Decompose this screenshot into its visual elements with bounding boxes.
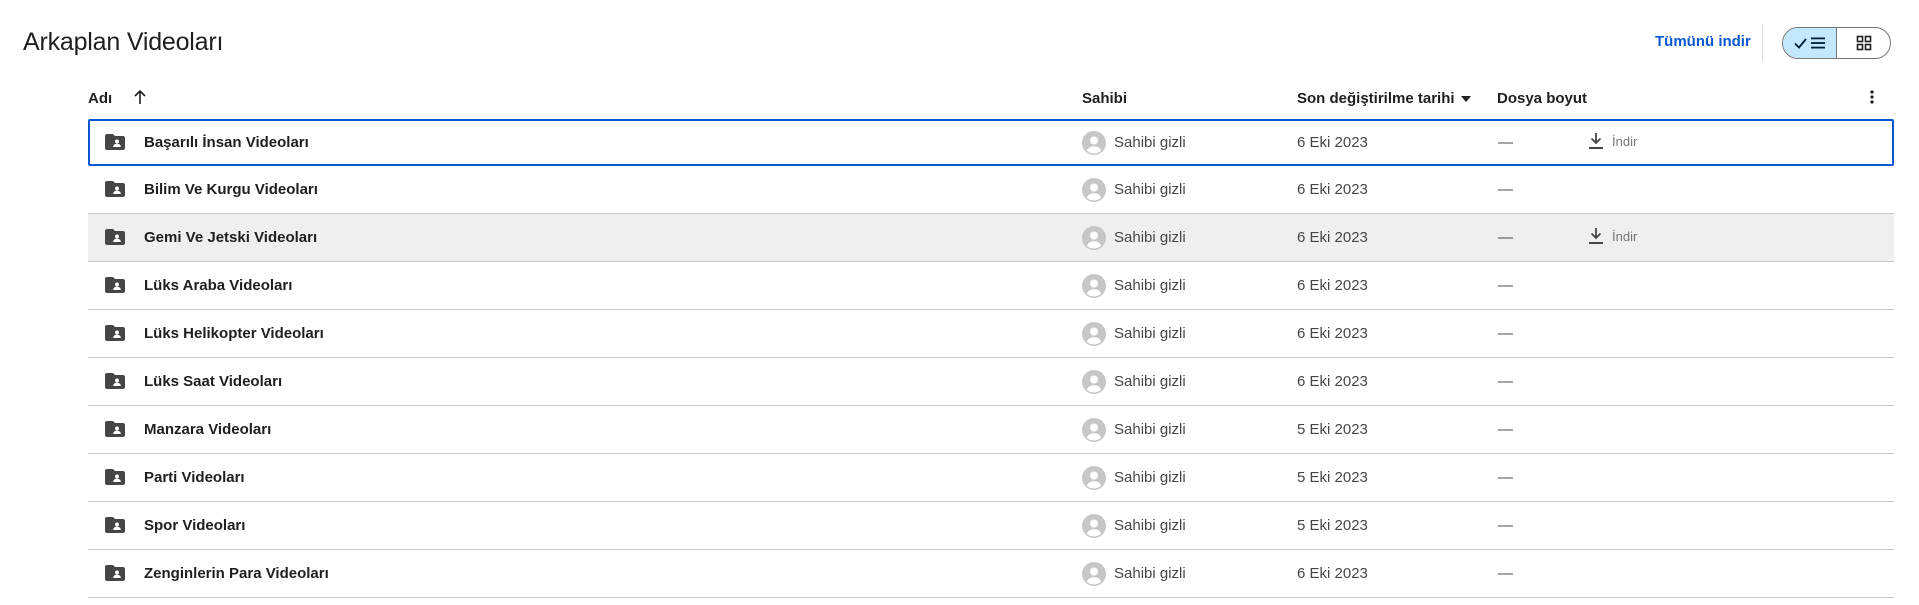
table-row[interactable]: Lüks Araba Videoları Sahibi gizli 6 Eki 20… — [88, 262, 1894, 310]
folder-name[interactable]: Başarılı İnsan Videoları — [144, 134, 309, 151]
owner-text: Sahibi gizli — [1114, 373, 1186, 390]
toolbar-divider — [1762, 24, 1763, 60]
owner-text: Sahibi gizli — [1114, 181, 1186, 198]
modified-date: 6 Eki 2023 — [1297, 229, 1368, 246]
shared-folder-icon — [105, 181, 125, 197]
table-header: Adı Sahibi Son değiştirilme tarihi Dosya… — [88, 82, 1894, 118]
table-row[interactable]: Zenginlerin Para Videoları Sahibi gizli 6 … — [88, 550, 1894, 598]
shared-folder-icon — [105, 469, 125, 485]
download-icon — [1589, 133, 1603, 149]
folder-name[interactable]: Lüks Saat Videoları — [144, 373, 282, 390]
file-list: Başarılı İnsan Videoları Sahibi gizli 6 Ek… — [88, 119, 1894, 598]
modified-date: 6 Eki 2023 — [1297, 373, 1368, 390]
table-row[interactable]: Parti Videoları Sahibi gizli 5 Eki 2023 — — [88, 454, 1894, 502]
avatar-icon — [1082, 322, 1106, 346]
shared-folder-icon — [105, 565, 125, 581]
file-size: — — [1498, 565, 1513, 582]
download-icon — [1589, 228, 1603, 244]
modified-date: 6 Eki 2023 — [1297, 565, 1368, 582]
grid-icon — [1856, 35, 1871, 51]
owner-column-header[interactable]: Sahibi — [1082, 90, 1127, 107]
grid-view-button[interactable] — [1837, 28, 1890, 58]
file-size: — — [1498, 421, 1513, 438]
modified-date: 6 Eki 2023 — [1297, 325, 1368, 342]
view-toggle — [1782, 27, 1891, 59]
caret-down-icon — [1460, 95, 1471, 102]
download-all-button[interactable]: Tümünü indir — [1655, 33, 1751, 50]
page-title: Arkaplan Videoları — [23, 28, 224, 56]
owner-text: Sahibi gizli — [1114, 229, 1186, 246]
file-size: — — [1498, 517, 1513, 534]
owner-text: Sahibi gizli — [1114, 134, 1186, 151]
avatar-icon — [1082, 466, 1106, 490]
modified-date: 6 Eki 2023 — [1297, 277, 1368, 294]
folder-name[interactable]: Lüks Helikopter Videoları — [144, 325, 324, 342]
avatar-icon — [1082, 274, 1106, 298]
name-column-header[interactable]: Adı — [88, 90, 112, 107]
list-view-button[interactable] — [1783, 28, 1837, 58]
modified-date: 5 Eki 2023 — [1297, 421, 1368, 438]
download-button[interactable]: İndir — [1588, 132, 1637, 150]
avatar-icon — [1082, 178, 1106, 202]
modified-date: 5 Eki 2023 — [1297, 469, 1368, 486]
table-row[interactable]: Manzara Videoları Sahibi gizli 5 Eki 2023 — — [88, 406, 1894, 454]
folder-name[interactable]: Zenginlerin Para Videoları — [144, 565, 329, 582]
table-row[interactable]: Lüks Helikopter Videoları Sahibi gizli 6 E… — [88, 310, 1894, 358]
avatar-icon — [1082, 514, 1106, 538]
owner-text: Sahibi gizli — [1114, 565, 1186, 582]
owner-text: Sahibi gizli — [1114, 421, 1186, 438]
modified-column-label: Son değiştirilme tarihi — [1297, 90, 1455, 107]
avatar-icon — [1082, 418, 1106, 442]
file-size: — — [1498, 325, 1513, 342]
folder-name[interactable]: Gemi Ve Jetski Videoları — [144, 229, 317, 246]
folder-name[interactable]: Manzara Videoları — [144, 421, 271, 438]
modified-column-header[interactable]: Son değiştirilme tarihi — [1297, 90, 1471, 107]
table-row[interactable]: Bilim Ve Kurgu Videoları Sahibi gizli 6 Ek… — [88, 166, 1894, 214]
shared-folder-icon — [105, 229, 125, 245]
check-list-icon — [1793, 37, 1825, 49]
owner-text: Sahibi gizli — [1114, 469, 1186, 486]
table-row[interactable]: Lüks Saat Videoları Sahibi gizli 6 Eki 202… — [88, 358, 1894, 406]
shared-folder-icon — [105, 277, 125, 293]
shared-folder-icon — [105, 134, 125, 150]
file-size: — — [1498, 229, 1513, 246]
folder-name[interactable]: Lüks Araba Videoları — [144, 277, 292, 294]
folder-name[interactable]: Spor Videoları — [144, 517, 245, 534]
size-column-header[interactable]: Dosya boyut — [1497, 90, 1587, 107]
file-size: — — [1498, 469, 1513, 486]
arrow-up-icon[interactable] — [132, 88, 148, 106]
owner-text: Sahibi gizli — [1114, 517, 1186, 534]
modified-date: 6 Eki 2023 — [1297, 181, 1368, 198]
table-row[interactable]: Spor Videoları Sahibi gizli 5 Eki 2023 — — [88, 502, 1894, 550]
shared-folder-icon — [105, 325, 125, 341]
avatar-icon — [1082, 226, 1106, 250]
avatar-icon — [1082, 370, 1106, 394]
table-row[interactable]: Başarılı İnsan Videoları Sahibi gizli 6 Ek… — [88, 119, 1894, 166]
shared-folder-icon — [105, 373, 125, 389]
download-label: İndir — [1612, 133, 1638, 149]
owner-text: Sahibi gizli — [1114, 325, 1186, 342]
shared-folder-icon — [105, 517, 125, 533]
download-label: İndir — [1612, 228, 1638, 244]
file-size: — — [1498, 277, 1513, 294]
file-size: — — [1498, 181, 1513, 198]
modified-date: 5 Eki 2023 — [1297, 517, 1368, 534]
shared-folder-icon — [105, 421, 125, 437]
more-vert-icon[interactable] — [1864, 88, 1880, 106]
folder-name[interactable]: Bilim Ve Kurgu Videoları — [144, 181, 318, 198]
avatar-icon — [1082, 131, 1106, 155]
table-row[interactable]: Gemi Ve Jetski Videoları Sahibi gizli 6 Ek… — [88, 214, 1894, 262]
file-size: — — [1498, 373, 1513, 390]
download-button[interactable]: İndir — [1588, 227, 1637, 245]
owner-text: Sahibi gizli — [1114, 277, 1186, 294]
modified-date: 6 Eki 2023 — [1297, 134, 1368, 151]
file-size: — — [1498, 134, 1513, 151]
folder-name[interactable]: Parti Videoları — [144, 469, 245, 486]
avatar-icon — [1082, 562, 1106, 586]
